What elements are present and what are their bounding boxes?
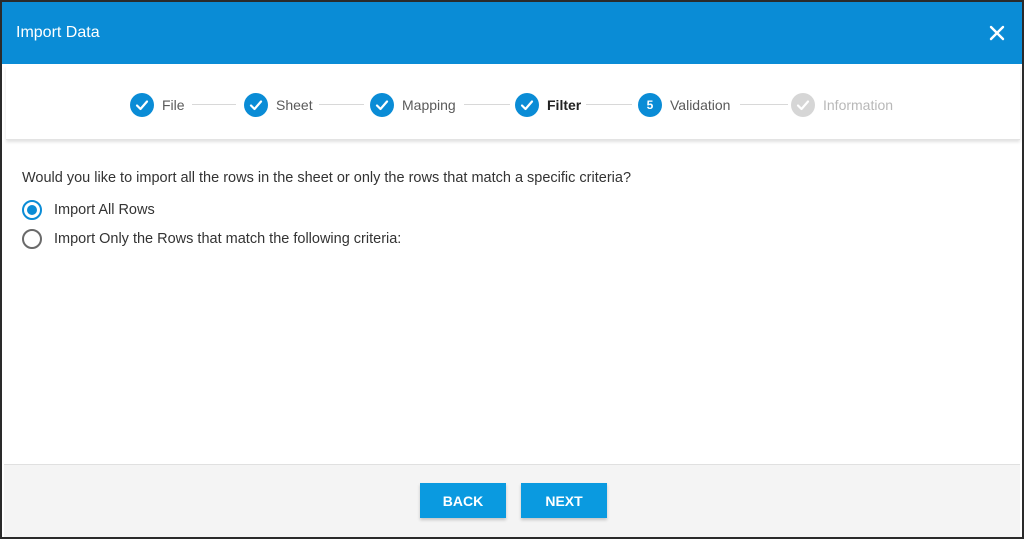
step-label: File bbox=[162, 97, 185, 113]
step-label: Validation bbox=[670, 97, 731, 113]
step-information: Information bbox=[791, 93, 893, 117]
dialog-title: Import Data bbox=[16, 24, 100, 41]
step-file: File bbox=[130, 93, 185, 117]
option-label: Import All Rows bbox=[54, 202, 155, 218]
dialog-titlebar: Import Data bbox=[2, 2, 1022, 64]
radio-button-checked[interactable] bbox=[22, 200, 42, 220]
filter-content: Would you like to import all the rows in… bbox=[22, 170, 1002, 249]
step-connector bbox=[464, 104, 510, 105]
next-button[interactable]: NEXT bbox=[521, 483, 607, 518]
step-connector bbox=[319, 104, 364, 105]
step-number: 5 bbox=[638, 93, 662, 117]
step-sheet: Sheet bbox=[244, 93, 313, 117]
option-label: Import Only the Rows that match the foll… bbox=[54, 231, 402, 247]
back-button[interactable]: BACK bbox=[420, 483, 506, 518]
step-mapping: Mapping bbox=[370, 93, 456, 117]
import-all-rows-option[interactable]: Import All Rows bbox=[22, 200, 1002, 220]
checkmark-icon bbox=[791, 93, 815, 117]
checkmark-icon bbox=[244, 93, 268, 117]
radio-button[interactable] bbox=[22, 229, 42, 249]
step-connector bbox=[740, 104, 788, 105]
checkmark-icon bbox=[515, 93, 539, 117]
dialog-footer: BACK NEXT bbox=[4, 464, 1020, 537]
filter-question: Would you like to import all the rows in… bbox=[22, 170, 632, 186]
step-label: Sheet bbox=[276, 97, 313, 113]
step-connector bbox=[586, 104, 632, 105]
close-button[interactable] bbox=[986, 22, 1008, 44]
step-label: Mapping bbox=[402, 97, 456, 113]
step-validation: 5 Validation bbox=[638, 93, 730, 117]
import-matching-rows-option[interactable]: Import Only the Rows that match the foll… bbox=[22, 229, 1002, 249]
step-label: Information bbox=[823, 97, 894, 113]
checkmark-icon bbox=[130, 93, 154, 117]
checkmark-icon bbox=[370, 93, 394, 117]
wizard-stepper: File Sheet Mapping Filter 5 Validation I… bbox=[6, 66, 1020, 140]
step-connector bbox=[192, 104, 236, 105]
step-label: Filter bbox=[547, 97, 582, 113]
step-filter: Filter bbox=[515, 93, 581, 117]
import-data-dialog: Import Data File Sheet Mapping Filter 5 … bbox=[0, 0, 1024, 539]
close-icon bbox=[989, 25, 1005, 41]
